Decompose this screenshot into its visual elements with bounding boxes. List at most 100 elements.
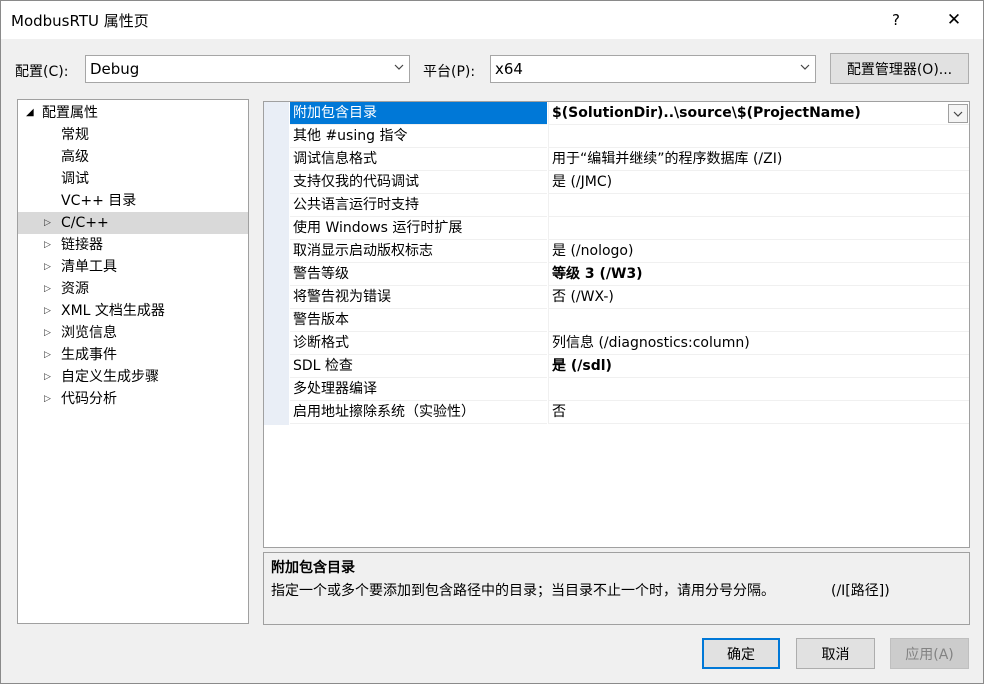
tree-item[interactable]: ▷ 链接器 xyxy=(18,234,248,256)
expand-triangle-icon[interactable]: ▷ xyxy=(44,234,51,256)
cancel-button[interactable]: 取消 xyxy=(796,638,875,669)
tree-item-label: 高级 xyxy=(61,149,89,165)
property-row[interactable]: 公共语言运行时支持 xyxy=(264,194,969,217)
property-row[interactable]: 警告版本 xyxy=(264,309,969,332)
property-name[interactable]: 附加包含目录 xyxy=(290,102,547,125)
property-name[interactable]: 多处理器编译 xyxy=(290,378,547,401)
property-row[interactable]: 取消显示启动版权标志是 (/nologo) xyxy=(264,240,969,263)
property-row[interactable]: 支持仅我的代码调试是 (/JMC) xyxy=(264,171,969,194)
expand-triangle-icon[interactable]: ▷ xyxy=(44,278,51,300)
platform-select[interactable]: x64 xyxy=(490,55,816,83)
tree-root-config-properties[interactable]: ◢ 配置属性 xyxy=(18,102,248,124)
expand-triangle-icon[interactable]: ▷ xyxy=(44,322,51,344)
property-name[interactable]: 警告版本 xyxy=(290,309,547,332)
tree-item-label: XML 文档生成器 xyxy=(61,303,165,319)
property-value[interactable] xyxy=(548,309,969,332)
tree-item-label: 生成事件 xyxy=(61,347,117,363)
tree-item-label: 浏览信息 xyxy=(61,325,117,341)
property-value[interactable] xyxy=(548,194,969,217)
property-name[interactable]: 启用地址擦除系统（实验性） xyxy=(290,401,547,424)
window-title: ModbusRTU 属性页 xyxy=(11,12,149,30)
property-name[interactable]: 调试信息格式 xyxy=(290,148,547,171)
property-row[interactable]: 诊断格式 列信息 (/diagnostics:column) xyxy=(264,332,969,355)
property-name[interactable]: 诊断格式 xyxy=(290,332,547,355)
property-row[interactable]: 警告等级 等级 3 (/W3) xyxy=(264,263,969,286)
property-value[interactable]: 等级 3 (/W3) xyxy=(548,263,969,286)
tree-item[interactable]: ▷ XML 文档生成器 xyxy=(18,300,248,322)
property-row[interactable]: 启用地址擦除系统（实验性）否 xyxy=(264,401,969,424)
expand-triangle-icon[interactable]: ▷ xyxy=(44,256,51,278)
config-select[interactable]: Debug xyxy=(85,55,410,83)
chevron-down-icon xyxy=(800,64,810,70)
property-name[interactable]: 公共语言运行时支持 xyxy=(290,194,547,217)
tree-item-label: 代码分析 xyxy=(61,391,117,407)
property-name[interactable]: 使用 Windows 运行时扩展 xyxy=(290,217,547,240)
property-name[interactable]: 取消显示启动版权标志 xyxy=(290,240,547,263)
tree-item[interactable]: ▷ 自定义生成步骤 xyxy=(18,366,248,388)
tree-root-label: 配置属性 xyxy=(42,105,98,121)
tree-item[interactable]: ▷ C/C++ xyxy=(18,212,248,234)
description-panel: 附加包含目录 指定一个或多个要添加到包含路径中的目录；当目录不止一个时，请用分号… xyxy=(263,552,970,625)
property-value[interactable]: 是 (/sdl) xyxy=(548,355,969,378)
property-value[interactable] xyxy=(548,217,969,240)
property-row[interactable]: 附加包含目录 $(SolutionDir)..\source\$(ProjectN… xyxy=(264,102,969,125)
expand-triangle-icon[interactable]: ▷ xyxy=(44,300,51,322)
property-value[interactable] xyxy=(548,125,969,148)
property-name[interactable]: 将警告视为错误 xyxy=(290,286,547,309)
platform-label: 平台(P): xyxy=(423,64,476,80)
property-row[interactable]: 多处理器编译 xyxy=(264,378,969,401)
ok-button[interactable]: 确定 xyxy=(702,638,780,669)
chevron-down-icon xyxy=(953,111,963,117)
help-icon: ? xyxy=(892,11,900,29)
tree-item-label: C/C++ xyxy=(61,215,109,231)
property-row[interactable]: 其他 #using 指令 xyxy=(264,125,969,148)
title-bar: ModbusRTU 属性页 ? ✕ xyxy=(1,1,983,39)
property-value[interactable] xyxy=(548,378,969,401)
property-value[interactable]: $(SolutionDir)..\source\$(ProjectName) xyxy=(548,102,969,125)
property-name[interactable]: SDL 检查 xyxy=(290,355,547,378)
property-name[interactable]: 支持仅我的代码调试 xyxy=(290,171,547,194)
property-name[interactable]: 警告等级 xyxy=(290,263,547,286)
expand-triangle-icon[interactable]: ▷ xyxy=(44,212,51,234)
property-value[interactable]: 否 xyxy=(548,401,969,424)
tree-item[interactable]: 调试 xyxy=(18,168,248,190)
expand-triangle-icon[interactable]: ▷ xyxy=(44,344,51,366)
tree-item[interactable]: ▷ 资源 xyxy=(18,278,248,300)
config-label: 配置(C): xyxy=(15,64,69,80)
close-icon: ✕ xyxy=(946,10,962,30)
tree-item[interactable]: ▷ 浏览信息 xyxy=(18,322,248,344)
property-row[interactable]: 使用 Windows 运行时扩展 xyxy=(264,217,969,240)
property-name[interactable]: 其他 #using 指令 xyxy=(290,125,547,148)
expand-triangle-icon[interactable]: ▷ xyxy=(44,366,51,388)
config-value: Debug xyxy=(90,60,140,78)
tree-item-label: VC++ 目录 xyxy=(61,193,137,209)
property-value[interactable]: 列信息 (/diagnostics:column) xyxy=(548,332,969,355)
close-button[interactable]: ✕ xyxy=(931,1,977,39)
tree-item-label: 链接器 xyxy=(61,237,103,253)
expand-triangle-icon[interactable]: ▷ xyxy=(44,388,51,410)
property-value[interactable]: 是 (/JMC) xyxy=(548,171,969,194)
description-text: 指定一个或多个要添加到包含路径中的目录；当目录不止一个时，请用分号分隔。 xyxy=(271,583,775,599)
tree-item[interactable]: ▷ 清单工具 xyxy=(18,256,248,278)
collapse-triangle-icon: ◢ xyxy=(26,107,34,118)
help-button[interactable]: ? xyxy=(873,1,919,39)
properties-dialog: ModbusRTU 属性页 ? ✕ 配置(C): Debug 平台(P): x6… xyxy=(0,0,984,684)
tree-item[interactable]: ▷ 生成事件 xyxy=(18,344,248,366)
property-value[interactable]: 用于“编辑并继续”的程序数据库 (/ZI) xyxy=(548,148,969,171)
config-manager-button[interactable]: 配置管理器(O)... xyxy=(830,53,969,84)
tree-item-label: 自定义生成步骤 xyxy=(61,369,159,385)
property-value[interactable]: 否 (/WX-) xyxy=(548,286,969,309)
chevron-down-icon xyxy=(394,64,404,70)
property-row[interactable]: 将警告视为错误否 (/WX-) xyxy=(264,286,969,309)
tree-item[interactable]: VC++ 目录 xyxy=(18,190,248,212)
value-dropdown-button[interactable] xyxy=(948,104,968,123)
property-row[interactable]: 调试信息格式 用于“编辑并继续”的程序数据库 (/ZI) xyxy=(264,148,969,171)
apply-button[interactable]: 应用(A) xyxy=(890,638,969,669)
tree-item[interactable]: 常规 xyxy=(18,124,248,146)
tree-item[interactable]: 高级 xyxy=(18,146,248,168)
property-value[interactable]: 是 (/nologo) xyxy=(548,240,969,263)
property-row[interactable]: SDL 检查是 (/sdl) xyxy=(264,355,969,378)
property-tree: ◢ 配置属性 常规 高级 调试 VC++ 目录 ▷ C/C++ ▷ 链接器 ▷ 清单工具 ▷ 资源 ▷ X… xyxy=(17,99,249,624)
tree-item[interactable]: ▷ 代码分析 xyxy=(18,388,248,410)
tree-item-label: 常规 xyxy=(61,127,89,143)
